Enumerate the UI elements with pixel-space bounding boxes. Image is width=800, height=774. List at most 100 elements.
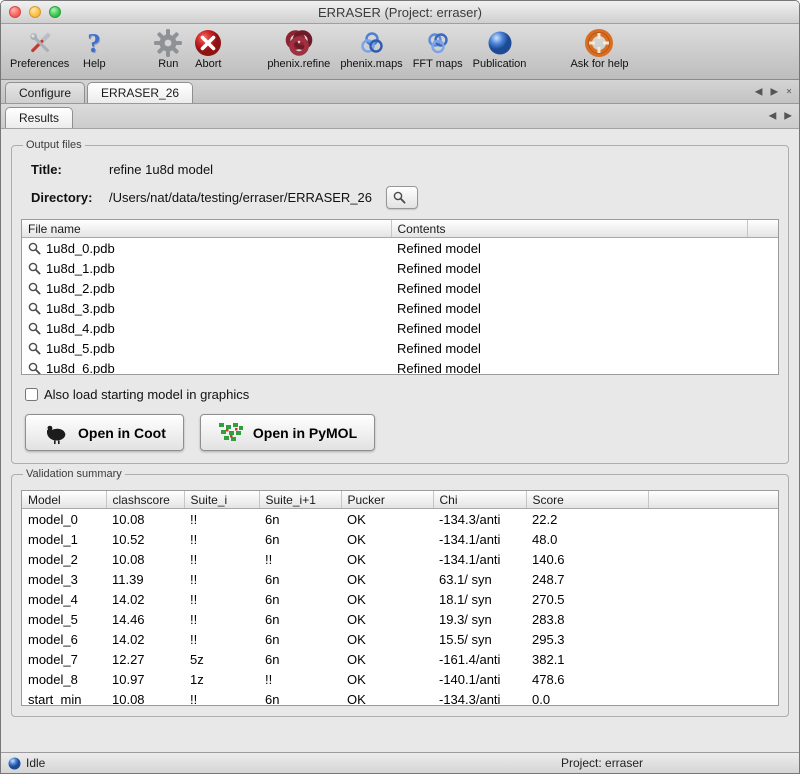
- toolbar-button-abort[interactable]: Abort: [188, 26, 228, 71]
- validation-cell: 10.08: [106, 509, 184, 530]
- file-name-cell[interactable]: 1u8d_6.pdb: [22, 358, 391, 375]
- validation-cell: 6n: [259, 569, 341, 589]
- validation-cell: OK: [341, 589, 433, 609]
- validation-cell: 14.46: [106, 609, 184, 629]
- tab-erraser-26[interactable]: ERRASER_26: [87, 82, 193, 103]
- zoom-button[interactable]: [49, 6, 61, 18]
- toolbar-button-preferences[interactable]: Preferences: [5, 26, 74, 71]
- file-contents-cell: Refined model: [391, 278, 747, 298]
- validation-cell: !!: [184, 569, 259, 589]
- title-label: Title:: [31, 162, 109, 177]
- file-table-header[interactable]: Contents: [391, 220, 747, 238]
- validation-cell: 6n: [259, 649, 341, 669]
- file-table-header[interactable]: [747, 220, 778, 238]
- validation-row[interactable]: model_210.08!!!!OK-134.1/anti140.6: [22, 549, 778, 569]
- tab-close-icon[interactable]: ×: [786, 86, 792, 97]
- validation-cell: 63.1/ syn: [433, 569, 526, 589]
- toolbar-button-ask-for-help[interactable]: Ask for help: [565, 26, 633, 71]
- load-starting-model-label: Also load starting model in graphics: [44, 387, 249, 402]
- validation-cell: !!: [184, 529, 259, 549]
- file-contents-cell: Refined model: [391, 318, 747, 338]
- file-row[interactable]: 1u8d_2.pdbRefined model: [22, 278, 778, 298]
- validation-table-header[interactable]: Suite_i: [184, 491, 259, 509]
- validation-table-header[interactable]: Score: [526, 491, 648, 509]
- validation-row[interactable]: model_514.46!!6nOK19.3/ syn283.8: [22, 609, 778, 629]
- tab-configure[interactable]: Configure: [5, 82, 85, 103]
- validation-cell: OK: [341, 629, 433, 649]
- toolbar-button-run[interactable]: Run: [148, 26, 188, 71]
- file-row[interactable]: 1u8d_5.pdbRefined model: [22, 338, 778, 358]
- toolbar-button-phenix-refine[interactable]: phenix.refine: [262, 26, 335, 71]
- validation-cell: 10.52: [106, 529, 184, 549]
- app-window: ERRASER (Project: erraser) Preferences??…: [0, 0, 800, 774]
- validation-row[interactable]: start_min10.08!!6nOK-134.3/anti0.0: [22, 689, 778, 706]
- validation-table-header[interactable]: Model: [22, 491, 106, 509]
- subtab-scroll-right-icon[interactable]: ▶: [784, 111, 792, 122]
- subtab-scroll-left-icon[interactable]: ◀: [769, 111, 777, 122]
- open-in-pymol-button[interactable]: Open in PyMOL: [200, 414, 375, 451]
- status-bar: Idle Project: erraser: [1, 752, 799, 773]
- file-row[interactable]: 1u8d_1.pdbRefined model: [22, 258, 778, 278]
- file-row[interactable]: 1u8d_0.pdbRefined model: [22, 238, 778, 259]
- toolbar-button-phenix-maps[interactable]: phenix.maps: [335, 26, 407, 71]
- magnifier-icon: [28, 262, 41, 275]
- output-files-legend: Output files: [23, 139, 85, 151]
- validation-row[interactable]: model_614.02!!6nOK15.5/ syn295.3: [22, 629, 778, 649]
- toolbar-button-help[interactable]: ??Help: [74, 26, 114, 71]
- validation-table-header[interactable]: [648, 491, 778, 509]
- file-name-cell[interactable]: 1u8d_2.pdb: [22, 278, 391, 298]
- output-files-group: Output files Title: refine 1u8d model Di…: [11, 139, 789, 464]
- validation-table-header[interactable]: Pucker: [341, 491, 433, 509]
- toolbar-button-publication[interactable]: Publication: [468, 26, 532, 71]
- open-in-coot-button[interactable]: Open in Coot: [25, 414, 184, 451]
- file-contents-cell: Refined model: [391, 258, 747, 278]
- title-row: Title: refine 1u8d model: [31, 162, 779, 177]
- tab-scroll-left-icon[interactable]: ◀: [755, 86, 763, 97]
- validation-cell: OK: [341, 669, 433, 689]
- validation-table-header[interactable]: Chi: [433, 491, 526, 509]
- abort-icon: [193, 27, 223, 58]
- validation-row[interactable]: model_414.02!!6nOK18.1/ syn270.5: [22, 589, 778, 609]
- load-starting-model-checkbox[interactable]: [25, 388, 38, 401]
- file-table-header[interactable]: File name: [22, 220, 391, 238]
- file-name-cell[interactable]: 1u8d_1.pdb: [22, 258, 391, 278]
- toolbar-button-fft-maps[interactable]: FFT maps: [408, 26, 468, 71]
- file-row[interactable]: 1u8d_4.pdbRefined model: [22, 318, 778, 338]
- close-button[interactable]: [9, 6, 21, 18]
- preferences-icon: [25, 27, 55, 58]
- validation-table-header[interactable]: Suite_i+1: [259, 491, 341, 509]
- titlebar: ERRASER (Project: erraser): [1, 1, 799, 24]
- validation-cell: OK: [341, 509, 433, 530]
- minimize-button[interactable]: [29, 6, 41, 18]
- validation-cell: 18.1/ syn: [433, 589, 526, 609]
- validation-cell: -134.3/anti: [433, 509, 526, 530]
- validation-summary-group: Validation summary ModelclashscoreSuite_…: [11, 468, 789, 717]
- validation-cell: 5z: [184, 649, 259, 669]
- main-tab-nav: ◀ ▶ ×: [755, 86, 792, 97]
- validation-cell: 10.97: [106, 669, 184, 689]
- validation-row[interactable]: model_311.39!!6nOK63.1/ syn248.7: [22, 569, 778, 589]
- file-row[interactable]: 1u8d_6.pdbRefined model: [22, 358, 778, 375]
- tab-scroll-right-icon[interactable]: ▶: [770, 86, 778, 97]
- validation-row[interactable]: model_010.08!!6nOK-134.3/anti22.2: [22, 509, 778, 530]
- file-name-cell[interactable]: 1u8d_4.pdb: [22, 318, 391, 338]
- file-name-cell[interactable]: 1u8d_0.pdb: [22, 238, 391, 259]
- file-contents-cell: Refined model: [391, 238, 747, 259]
- validation-cell: 6n: [259, 509, 341, 530]
- file-name-cell[interactable]: 1u8d_5.pdb: [22, 338, 391, 358]
- validation-row[interactable]: model_810.971z!!OK-140.1/anti478.6: [22, 669, 778, 689]
- validation-table-header[interactable]: clashscore: [106, 491, 184, 509]
- directory-row: Directory: /Users/nat/data/testing/erras…: [31, 186, 779, 209]
- toolbar-button-label: Preferences: [10, 58, 69, 70]
- validation-row[interactable]: model_110.52!!6nOK-134.1/anti48.0: [22, 529, 778, 549]
- main-tab-bar: Configure ERRASER_26 ◀ ▶ ×: [1, 80, 799, 104]
- toolbar-group: phenix.refinephenix.mapsFFT maps Publicat…: [262, 26, 531, 71]
- browse-directory-button[interactable]: [386, 186, 418, 209]
- tab-results[interactable]: Results: [5, 107, 73, 128]
- validation-row[interactable]: model_712.275z6nOK-161.4/anti382.1: [22, 649, 778, 669]
- toolbar-button-label: Publication: [473, 58, 527, 70]
- file-name-cell[interactable]: 1u8d_3.pdb: [22, 298, 391, 318]
- validation-cell: 10.08: [106, 689, 184, 706]
- validation-cell: -134.3/anti: [433, 689, 526, 706]
- file-row[interactable]: 1u8d_3.pdbRefined model: [22, 298, 778, 318]
